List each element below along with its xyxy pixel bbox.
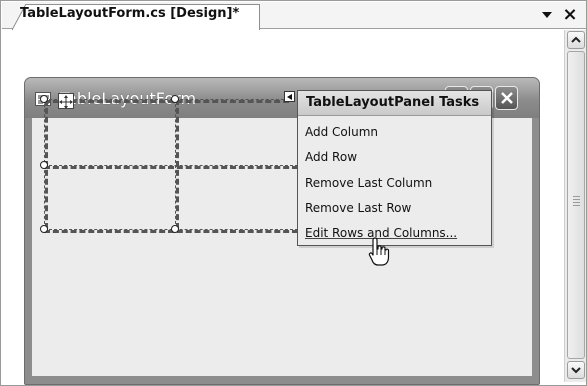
resize-handle[interactable] [171, 225, 179, 233]
table-layout-panel-tasks: TableLayoutPanel Tasks Add Column Add Ro… [297, 90, 492, 246]
document-tab-label: TableLayoutForm.cs [Design]* [20, 6, 240, 21]
tasks-header: TableLayoutPanel Tasks [298, 91, 491, 116]
smart-tag-glyph[interactable] [284, 91, 295, 102]
remove-last-column-link[interactable]: Remove Last Column [305, 176, 432, 190]
add-column-link[interactable]: Add Column [305, 125, 378, 139]
resize-handle[interactable] [40, 225, 48, 233]
close-icon [501, 92, 513, 104]
move-arrows-icon[interactable] [58, 93, 74, 109]
thumb-grip [573, 196, 580, 208]
document-tab-strip: TableLayoutForm.cs [Design]* × [2, 2, 586, 30]
close-button[interactable] [495, 86, 518, 110]
design-surface[interactable]: TableLayoutForm TableLayoutPanel Tasks A… [2, 30, 564, 385]
designer-window: TableLayoutForm.cs [Design]* × TableLayo… [0, 0, 587, 386]
scroll-down-button[interactable] [567, 361, 585, 379]
resize-handle[interactable] [40, 95, 48, 103]
table-layout-row-divider [44, 165, 298, 169]
vertical-scrollbar[interactable] [564, 30, 586, 382]
tasks-title: TableLayoutPanel Tasks [306, 95, 480, 110]
resize-handle[interactable] [171, 95, 179, 103]
hand-pointer-icon [368, 237, 390, 266]
table-layout-top-border [44, 99, 289, 103]
scroll-up-button[interactable] [567, 31, 585, 49]
close-icon[interactable]: × [560, 4, 580, 26]
chevron-down-icon[interactable] [542, 12, 552, 18]
remove-last-row-link[interactable]: Remove Last Row [305, 201, 411, 215]
scroll-thumb[interactable] [567, 51, 585, 359]
chevron-left-icon [287, 94, 292, 100]
add-row-link[interactable]: Add Row [305, 150, 357, 164]
chevron-up-icon [571, 36, 581, 43]
chevron-down-icon [571, 367, 581, 374]
table-layout-column-divider [175, 99, 179, 229]
resize-handle[interactable] [40, 161, 48, 169]
